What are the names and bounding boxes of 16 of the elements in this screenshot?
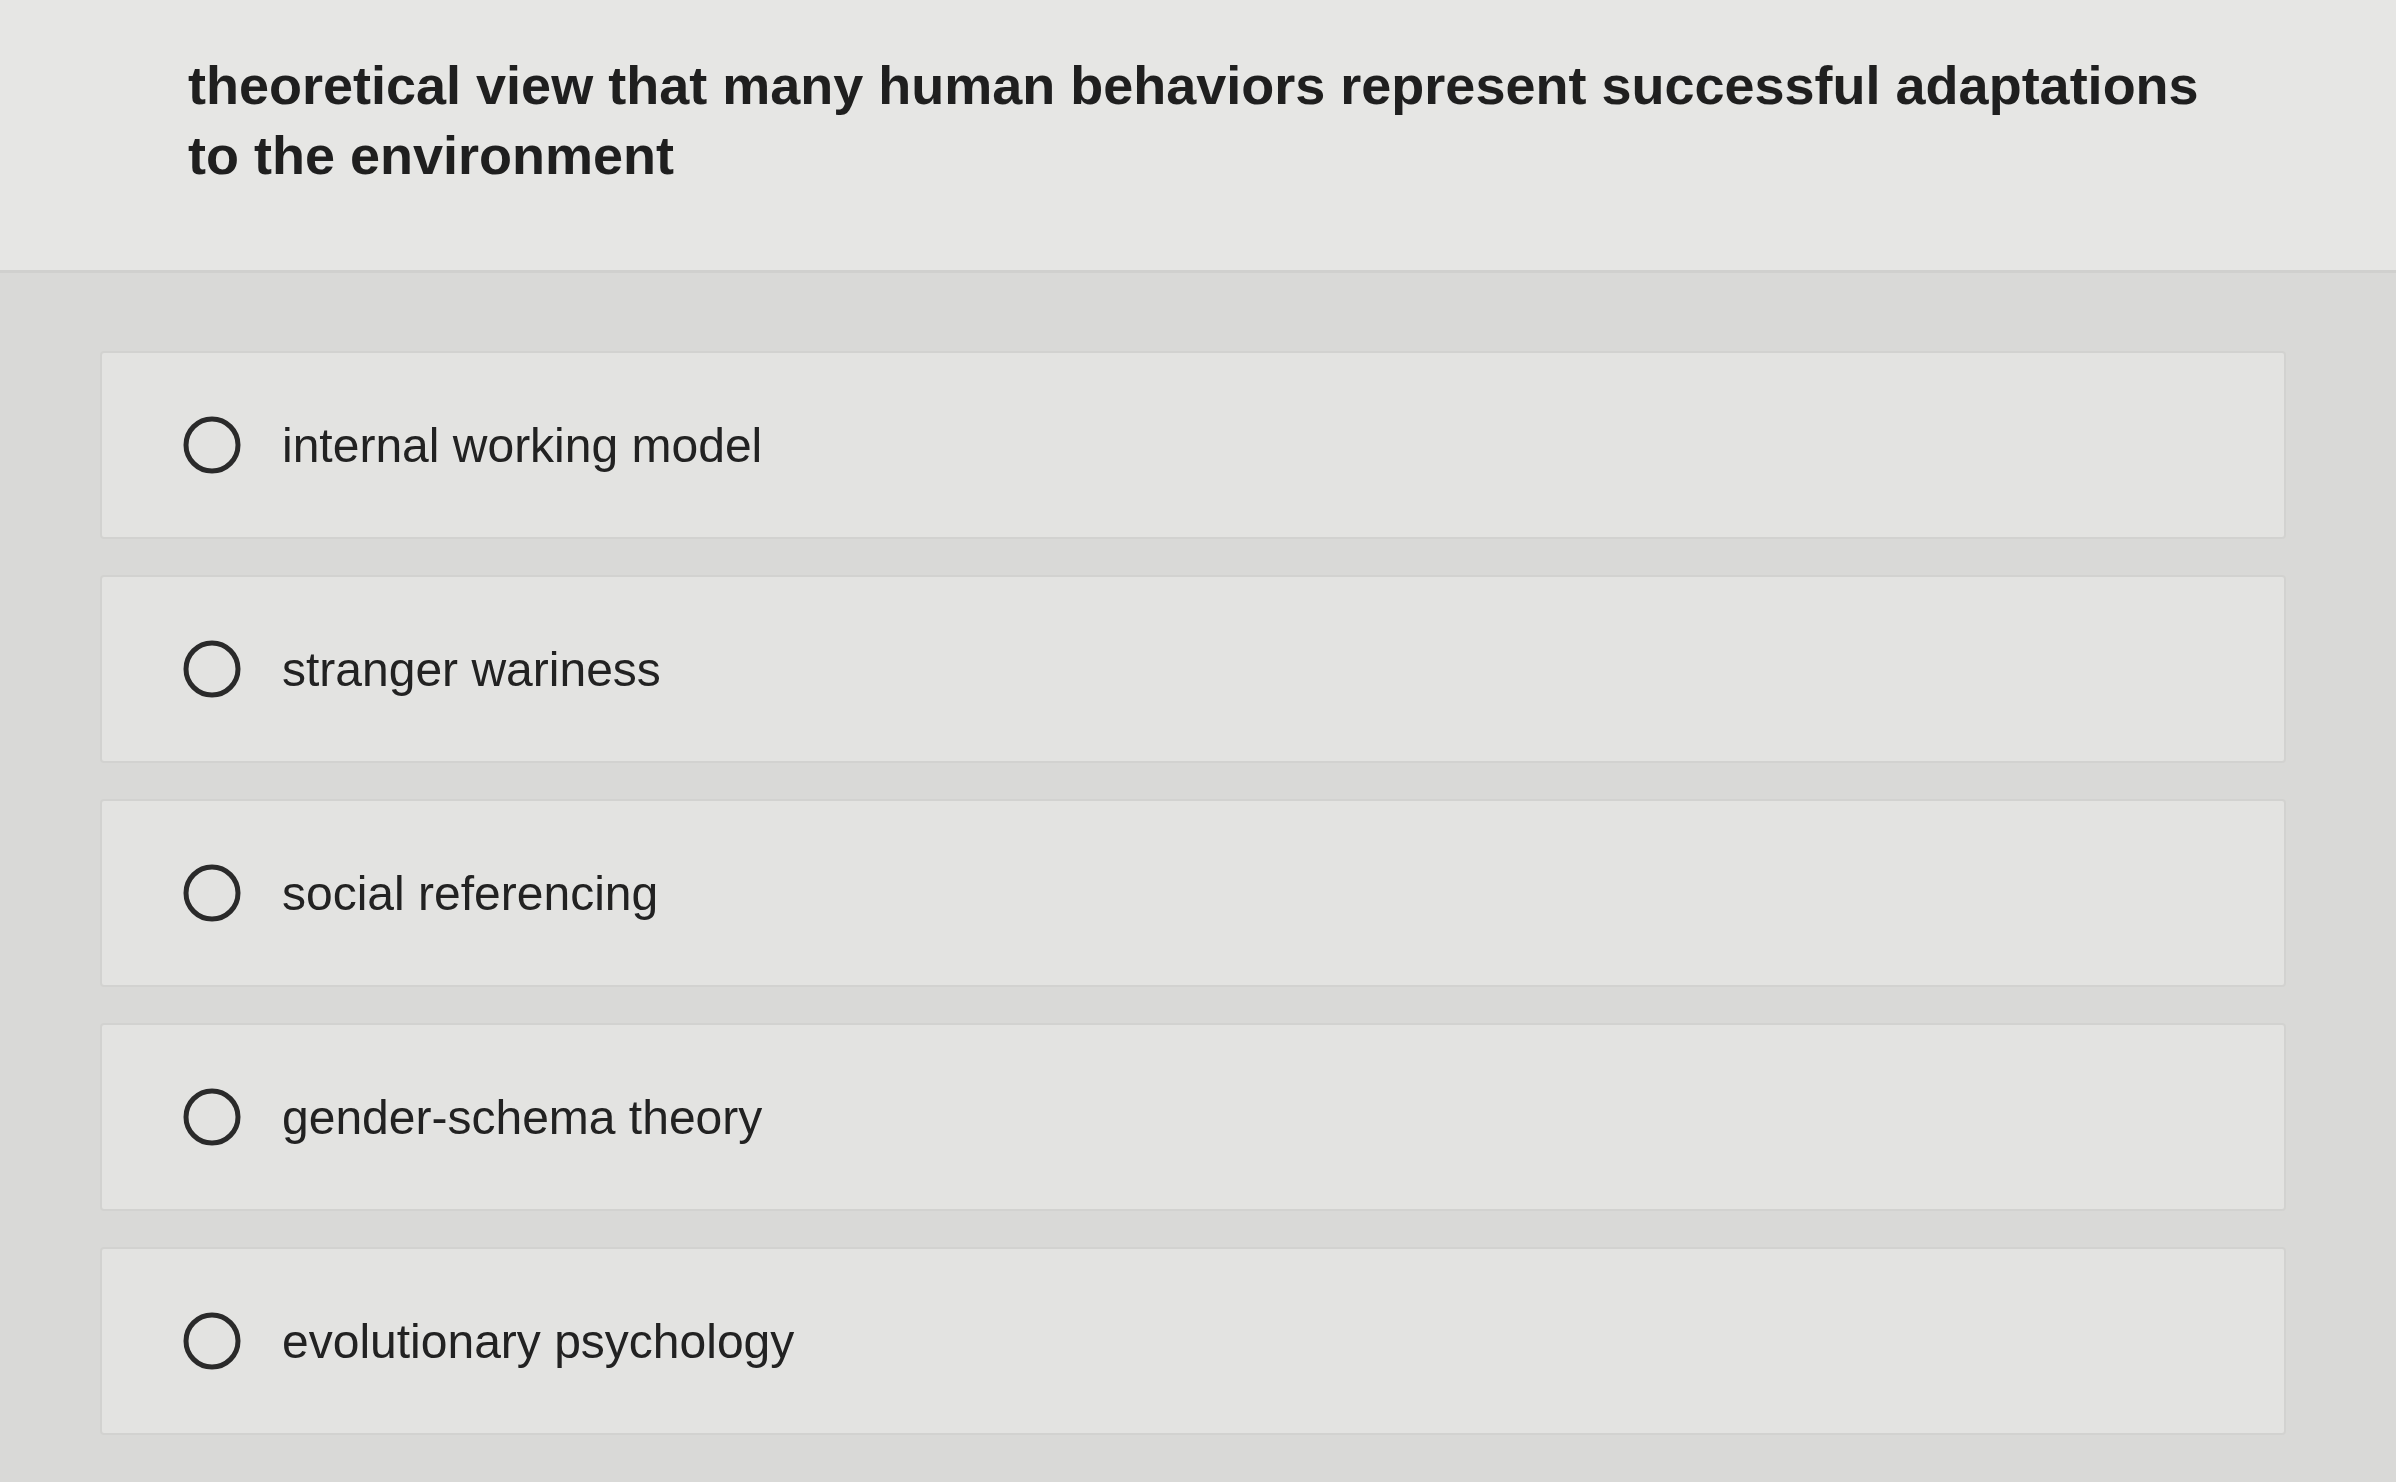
answer-option[interactable]: stranger wariness [100,575,2286,763]
answer-option[interactable]: evolutionary psychology [100,1247,2286,1435]
radio-button[interactable] [182,639,242,699]
radio-button[interactable] [182,1087,242,1147]
answer-option[interactable]: social referencing [100,799,2286,987]
option-label: evolutionary psychology [282,1313,795,1369]
radio-button[interactable] [182,415,242,475]
radio-button[interactable] [182,1311,242,1371]
question-text: theoretical view that many human behaviors represent successful adaptations to the environment [188,54,2200,187]
answer-option[interactable]: internal working model [100,351,2286,539]
option-label: internal working model [282,417,763,473]
option-label: gender-schema theory [282,1089,763,1145]
option-label: social referencing [282,865,659,921]
option-label: stranger wariness [282,641,661,697]
radio-button[interactable] [182,863,242,923]
answer-option[interactable]: gender-schema theory [100,1023,2286,1211]
